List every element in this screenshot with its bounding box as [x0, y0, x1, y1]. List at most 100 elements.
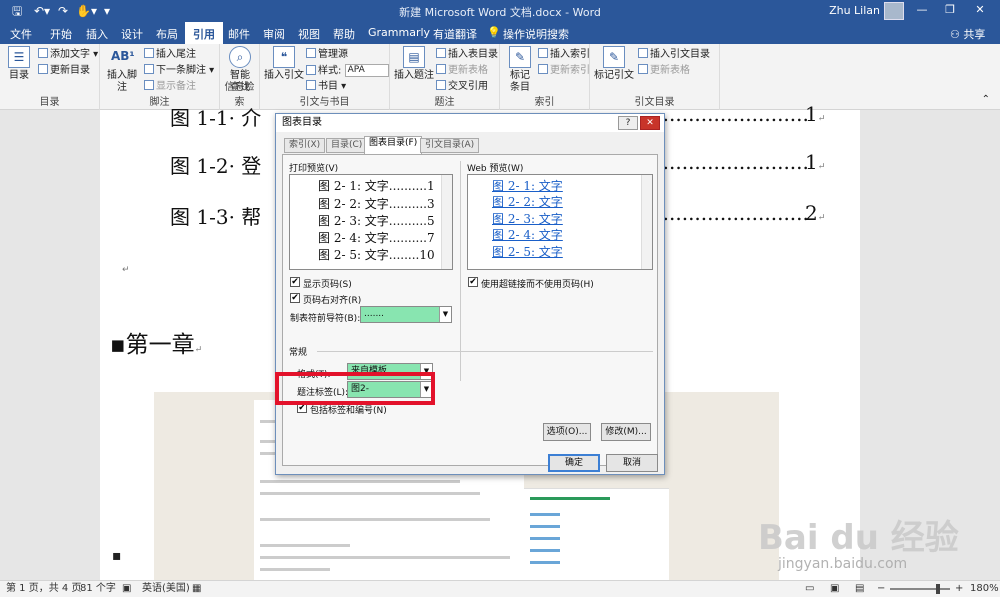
tab-home[interactable]: 开始 — [50, 26, 72, 42]
tab-layout[interactable]: 布局 — [156, 26, 178, 42]
minimize-button[interactable]: — — [910, 3, 934, 16]
tab-design[interactable]: 设计 — [121, 26, 143, 42]
tab-mailings[interactable]: 邮件 — [228, 26, 250, 42]
update-toc-button[interactable]: 更新目录 — [38, 64, 90, 78]
toc-page-3: 2↵ — [805, 201, 825, 225]
style-value[interactable]: APA — [344, 64, 389, 77]
zoom-thumb[interactable] — [936, 584, 940, 594]
tab-table-of-figures[interactable]: 图表目录(F) — [364, 136, 423, 154]
tab-youdao[interactable]: 有道翻译 — [433, 26, 477, 42]
web-entry-4[interactable]: 图 2- 4: 文字 — [492, 226, 563, 243]
zoom-in-button[interactable]: + — [955, 581, 963, 597]
read-mode-icon[interactable]: ▭ — [805, 581, 814, 597]
toc-button[interactable]: ☰ 目录 — [4, 46, 34, 82]
bibliography-button[interactable]: 书目 ▾ — [306, 80, 346, 94]
group-index: ✎ 标记 条目 插入索引 更新索引 索引 — [500, 44, 590, 110]
toc-line-3[interactable]: 图 1-3· 帮 — [170, 201, 261, 230]
insert-citation-button[interactable]: ❝ 插入引文 — [264, 46, 304, 82]
lightbulb-icon: 💡 — [487, 26, 501, 39]
cross-reference-button[interactable]: 交叉引用 — [436, 80, 488, 94]
group-label-citations: 引文与书目 — [299, 97, 350, 108]
web-layout-icon[interactable]: ▤ — [855, 581, 864, 597]
ribbon-tabs: 文件 开始 插入 设计 布局 引用 邮件 审阅 视图 帮助 Grammarly … — [0, 22, 1000, 44]
dialog-close-button[interactable]: ✕ — [640, 116, 660, 130]
add-text-button[interactable]: 添加文字 ▾ — [38, 48, 98, 62]
endnote-icon — [144, 48, 154, 58]
print-preview-label: 打印预览(V) — [289, 164, 339, 174]
cancel-button[interactable]: 取消 — [606, 454, 658, 472]
user-name[interactable]: Zhu Lilan — [829, 4, 880, 17]
mark-citation-button[interactable]: ✎ 标记引文 — [594, 46, 634, 82]
manage-sources-label: 管理源 — [318, 49, 348, 60]
zoom-level[interactable]: 180% — [970, 581, 999, 597]
tab-review[interactable]: 审阅 — [263, 26, 285, 42]
zoom-out-button[interactable]: − — [877, 581, 885, 597]
insert-index-button[interactable]: 插入索引 — [538, 48, 590, 62]
section-divider — [317, 351, 653, 352]
macro-icon[interactable]: ▦ — [192, 581, 201, 597]
insert-footnote-button[interactable]: AB¹ 插入脚注 — [104, 46, 140, 94]
show-notes-button[interactable]: 显示备注 — [144, 80, 196, 94]
tab-leader-select[interactable]: ....... ▼ — [360, 306, 452, 323]
tab-view[interactable]: 视图 — [298, 26, 320, 42]
tab-references[interactable]: 引用 — [185, 22, 223, 44]
web-preview-scrollbar[interactable] — [641, 175, 652, 269]
chapter-heading[interactable]: ▪第一章↵ — [110, 325, 202, 359]
share-button[interactable]: ⚇ 共享 — [950, 26, 985, 42]
show-page-numbers-checkbox[interactable]: ✔ — [290, 277, 300, 287]
tab-toc[interactable]: 目录(C) — [326, 138, 368, 153]
tell-me-search[interactable]: 操作说明搜索 — [503, 26, 569, 42]
options-button[interactable]: 选项(O)... — [543, 423, 591, 441]
update-toa-button[interactable]: 更新表格 — [638, 64, 690, 78]
language[interactable]: 英语(美国) — [142, 581, 190, 597]
style-label: 样式: — [318, 65, 342, 77]
tab-index[interactable]: 索引(X) — [284, 138, 326, 153]
watermark-url: jingyan.baidu.com — [778, 556, 908, 572]
update-index-button[interactable]: 更新索引 — [538, 64, 590, 78]
tab-insert[interactable]: 插入 — [86, 26, 108, 42]
word-count[interactable]: 81 个字 — [80, 581, 116, 597]
insert-caption-button[interactable]: ▤ 插入题注 — [394, 46, 434, 82]
web-entry-5[interactable]: 图 2- 5: 文字 — [492, 243, 563, 260]
ok-button[interactable]: 确定 — [548, 454, 600, 472]
web-entry-3[interactable]: 图 2- 3: 文字 — [492, 210, 563, 227]
tab-grammarly[interactable]: Grammarly — [368, 26, 430, 39]
zoom-slider[interactable] — [890, 588, 950, 590]
insert-endnote-button[interactable]: 插入尾注 — [144, 48, 196, 62]
style-select[interactable]: 样式: APA — [306, 64, 389, 78]
update-toc-label: 更新目录 — [50, 65, 90, 76]
bullet-mark: ▪ — [112, 548, 122, 564]
modify-button[interactable]: 修改(M)... — [601, 423, 651, 441]
next-footnote-button[interactable]: 下一条脚注 ▾ — [144, 64, 214, 78]
use-hyperlinks-checkbox[interactable]: ✔ — [468, 277, 478, 287]
print-preview-scrollbar[interactable] — [441, 175, 452, 269]
toc-line-1[interactable]: 图 1-1· 介 — [170, 102, 261, 131]
collapse-ribbon-icon[interactable]: ⌃ — [982, 94, 990, 105]
insert-caption-label: 插入题注 — [394, 70, 434, 81]
print-layout-icon[interactable]: ▣ — [830, 581, 839, 597]
print-entry-5-page: 10 — [419, 248, 435, 262]
right-align-checkbox[interactable]: ✔ — [290, 293, 300, 303]
web-entry-2[interactable]: 图 2- 2: 文字 — [492, 193, 563, 210]
close-button[interactable]: ✕ — [968, 3, 992, 16]
web-preview-label: Web 预览(W) — [467, 164, 524, 174]
restore-button[interactable]: ❐ — [938, 3, 962, 16]
group-toc: ☰ 目录 添加文字 ▾ 更新目录 目录 — [0, 44, 100, 110]
update-table-button[interactable]: 更新表格 — [436, 64, 488, 78]
proofing-icon[interactable]: ▣ — [122, 581, 131, 597]
toc-line-2[interactable]: 图 1-2· 登 — [170, 150, 261, 179]
page-count[interactable]: 第 1 页，共 4 页 — [6, 581, 81, 597]
toc-page-2-value: 1 — [805, 150, 818, 174]
help-button[interactable]: ? — [618, 116, 638, 130]
avatar[interactable] — [884, 2, 904, 20]
manage-sources-button[interactable]: 管理源 — [306, 48, 348, 62]
paragraph-mark: ↵ — [817, 213, 826, 223]
mark-entry-button[interactable]: ✎ 标记 条目 — [504, 46, 536, 94]
tab-file[interactable]: 文件 — [10, 26, 32, 42]
tab-table-of-authorities[interactable]: 引文目录(A) — [420, 138, 480, 153]
print-preview-box: 图 2- 1: 文字..........1 图 2- 2: 文字........… — [289, 174, 453, 270]
web-entry-1[interactable]: 图 2- 1: 文字 — [492, 177, 563, 194]
insert-table-of-figures-button[interactable]: 插入表目录 — [436, 48, 498, 62]
tab-help[interactable]: 帮助 — [333, 26, 355, 42]
insert-toa-button[interactable]: 插入引文目录 — [638, 48, 710, 62]
